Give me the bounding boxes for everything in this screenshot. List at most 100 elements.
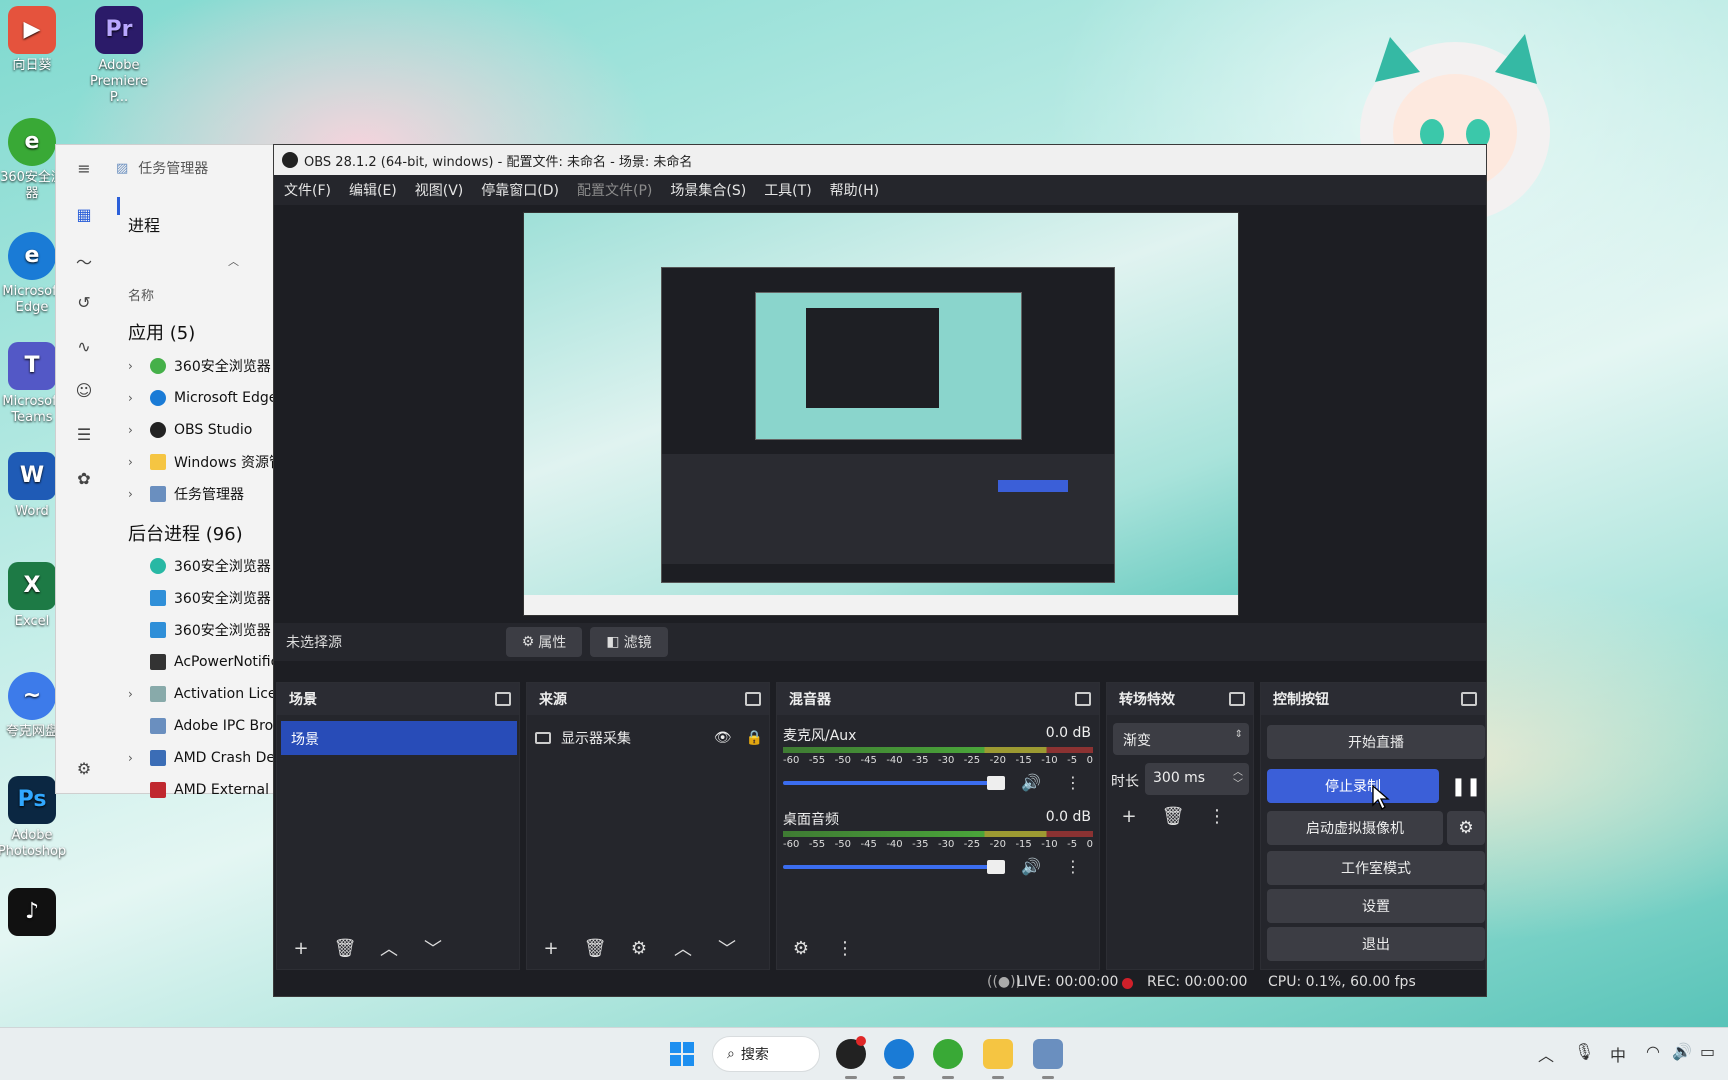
startup-apps-nav-icon[interactable]: ∿ xyxy=(74,337,94,357)
filters-button[interactable]: ◧ 滤镜 xyxy=(590,627,668,657)
ime-indicator[interactable]: 中 xyxy=(1610,1042,1626,1066)
process-row[interactable]: › AMD Crash Def xyxy=(128,743,280,773)
visibility-eye-icon[interactable]: 👁 xyxy=(714,730,732,746)
expand-chevron-icon[interactable]: › xyxy=(128,455,150,469)
expand-chevron-icon[interactable]: › xyxy=(128,359,150,373)
mic-more-options-icon[interactable]: ⋮ xyxy=(1065,773,1081,792)
move-scene-up-chevron-icon[interactable]: ︿ xyxy=(373,933,405,963)
task-manager-window[interactable]: ≡ ▦ 〜 ↺ ∿ ☺ ☰ ✿ ⚙ ▨ 任务管理器 进程 ︿ 名称 应用 (5)… xyxy=(55,144,285,798)
lock-icon[interactable]: 🔒 xyxy=(746,730,763,746)
hamburger-menu-icon[interactable]: ≡ xyxy=(74,159,94,179)
obs-titlebar[interactable]: OBS 28.1.2 (64-bit, windows) - 配置文件: 未命名… xyxy=(274,145,1486,175)
remove-source-trash-icon[interactable]: 🗑 xyxy=(579,933,611,963)
move-source-up-chevron-icon[interactable]: ︿ xyxy=(667,933,699,963)
studio-mode-button[interactable]: 工作室模式 xyxy=(1267,851,1485,885)
expand-chevron-icon[interactable]: › xyxy=(128,423,150,437)
stop-recording-button[interactable]: 停止录制 xyxy=(1267,769,1439,803)
transition-type-select[interactable]: 渐变 ⇕ xyxy=(1113,723,1249,755)
advanced-audio-gear-icon[interactable]: ⚙ xyxy=(785,933,817,963)
process-row[interactable]: › Microsoft Edge xyxy=(128,383,277,413)
process-row[interactable]: › 360安全浏览器 xyxy=(128,351,271,381)
virtual-camera-gear-icon[interactable]: ⚙ xyxy=(1447,811,1485,845)
undock-icon[interactable] xyxy=(495,692,511,706)
menu-view[interactable]: 视图(V) xyxy=(415,180,464,200)
desktop-audio-more-options-icon[interactable]: ⋮ xyxy=(1065,857,1081,876)
performance-nav-icon[interactable]: 〜 xyxy=(74,249,94,272)
process-row[interactable]: › OBS Studio xyxy=(128,415,252,445)
expand-chevron-icon[interactable]: › xyxy=(128,751,150,765)
duration-spinbox[interactable]: 300 ms ︿ ﹀ xyxy=(1145,763,1249,795)
edge-taskbar-icon[interactable] xyxy=(884,1039,914,1069)
obs-window[interactable]: OBS 28.1.2 (64-bit, windows) - 配置文件: 未命名… xyxy=(273,144,1487,997)
microphone-icon[interactable]: 🎙 xyxy=(1574,1042,1594,1061)
mic-volume-slider[interactable] xyxy=(783,776,1005,790)
start-windows-icon[interactable] xyxy=(667,1039,697,1069)
wifi-icon[interactable]: ◠ xyxy=(1646,1042,1660,1061)
mic-speaker-icon[interactable]: 🔊 xyxy=(1021,773,1041,792)
undock-icon[interactable] xyxy=(1075,692,1091,706)
menu-help[interactable]: 帮助(H) xyxy=(830,180,879,200)
scene-item[interactable]: 场景 xyxy=(281,721,517,755)
remove-transition-trash-icon[interactable]: 🗑 xyxy=(1157,801,1189,831)
process-row[interactable]: › 任务管理器 xyxy=(128,479,244,509)
volume-icon[interactable]: 🔊 xyxy=(1672,1042,1692,1061)
file-explorer-taskbar-icon[interactable] xyxy=(983,1039,1013,1069)
process-row[interactable]: 360安全浏览器 xyxy=(150,583,271,613)
sort-chevron-up-icon[interactable]: ︿ xyxy=(228,253,239,269)
tiktok-desktop-icon[interactable]: ♪ xyxy=(0,888,72,940)
remove-scene-trash-icon[interactable]: 🗑 xyxy=(329,933,361,963)
details-nav-icon[interactable]: ☰ xyxy=(74,425,94,445)
desktop-audio-speaker-icon[interactable]: 🔊 xyxy=(1021,857,1041,876)
process-row[interactable]: AMD External E xyxy=(150,775,282,805)
add-scene-plus-icon[interactable]: + xyxy=(285,933,317,963)
move-source-down-chevron-icon[interactable]: ﹀ xyxy=(711,933,743,963)
source-properties-gear-icon[interactable]: ⚙ xyxy=(623,933,655,963)
undock-icon[interactable] xyxy=(1461,692,1477,706)
task-manager-taskbar-icon[interactable] xyxy=(1033,1039,1063,1069)
desktop-audio-channel-name: 桌面音频 xyxy=(783,812,839,828)
start-virtual-camera-button[interactable]: 启动虚拟摄像机 xyxy=(1267,811,1443,845)
move-scene-down-chevron-icon[interactable]: ﹀ xyxy=(417,933,449,963)
mixer-menu-icon[interactable]: ⋮ xyxy=(829,933,861,963)
process-row[interactable]: 360安全浏览器 xyxy=(150,615,271,645)
menu-docks[interactable]: 停靠窗口(D) xyxy=(481,180,559,200)
show-hidden-icons-chevron-icon[interactable]: ︿ xyxy=(1538,1042,1554,1066)
transition-more-options-icon[interactable]: ⋮ xyxy=(1201,801,1233,831)
obs-preview-canvas[interactable] xyxy=(523,212,1239,616)
process-row[interactable]: AcPowerNotific xyxy=(150,647,278,677)
expand-chevron-icon[interactable]: › xyxy=(128,687,150,701)
premiere-desktop-icon[interactable]: Pr Adobe Premiere P... xyxy=(79,6,159,106)
start-streaming-button[interactable]: 开始直播 xyxy=(1267,725,1485,759)
users-nav-icon[interactable]: ☺ xyxy=(74,381,94,401)
expand-chevron-icon[interactable]: › xyxy=(128,487,150,501)
sunlogin-desktop-icon[interactable]: ▶ 向日葵 xyxy=(0,6,72,74)
properties-button[interactable]: ⚙ 属性 xyxy=(506,627,582,657)
column-header-name[interactable]: 名称 xyxy=(128,285,154,304)
menu-tools[interactable]: 工具(T) xyxy=(764,180,811,200)
add-transition-plus-icon[interactable]: + xyxy=(1113,801,1145,831)
spin-chevron-icon[interactable]: ︿ ﹀ xyxy=(1233,767,1243,791)
process-row[interactable]: › Activation Licer xyxy=(128,679,282,709)
exit-button[interactable]: 退出 xyxy=(1267,927,1485,961)
desktop-audio-volume-slider[interactable] xyxy=(783,860,1005,874)
process-row[interactable]: Adobe IPC Brok xyxy=(150,711,281,741)
services-nav-icon[interactable]: ✿ xyxy=(74,469,94,489)
battery-icon[interactable]: ▭ xyxy=(1700,1042,1715,1061)
menu-edit[interactable]: 编辑(E) xyxy=(349,180,397,200)
undock-icon[interactable] xyxy=(745,692,761,706)
menu-file[interactable]: 文件(F) xyxy=(284,180,331,200)
app-history-nav-icon[interactable]: ↺ xyxy=(74,293,94,313)
process-row[interactable]: 360安全浏览器 xyxy=(150,551,271,581)
add-source-plus-icon[interactable]: + xyxy=(535,933,567,963)
undock-icon[interactable] xyxy=(1229,692,1245,706)
pause-recording-icon[interactable]: ❚❚ xyxy=(1447,769,1485,803)
source-item[interactable]: 显示器采集 👁 🔒 xyxy=(535,721,763,755)
360browser-taskbar-icon[interactable] xyxy=(933,1039,963,1069)
settings-gear-icon[interactable]: ⚙ xyxy=(74,759,94,779)
expand-chevron-icon[interactable]: › xyxy=(128,391,150,405)
process-row[interactable]: › Windows 资源管 xyxy=(128,447,283,477)
processes-nav-icon[interactable]: ▦ xyxy=(74,205,94,225)
menu-scene-collection[interactable]: 场景集合(S) xyxy=(670,180,746,200)
settings-button[interactable]: 设置 xyxy=(1267,889,1485,923)
taskbar-search-box[interactable]: ⌕ 搜索 xyxy=(712,1036,820,1072)
